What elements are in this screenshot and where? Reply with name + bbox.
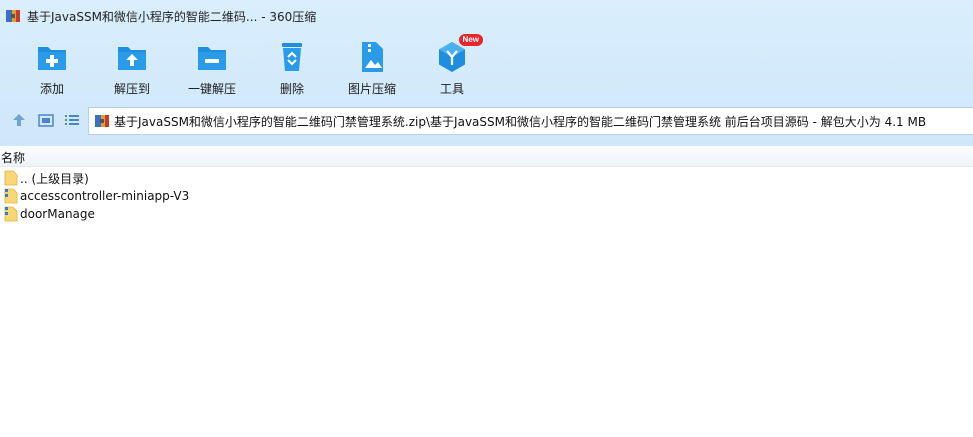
image-compress-button[interactable]: 图片压缩 xyxy=(332,38,412,97)
add-button[interactable]: 添加 xyxy=(12,38,92,97)
one-click-extract-icon xyxy=(198,47,226,70)
list-view-icon[interactable] xyxy=(64,112,80,128)
add-archive-icon xyxy=(38,47,66,70)
one-click-extract-label: 一键解压 xyxy=(187,82,236,96)
extract-to-button[interactable]: 解压到 xyxy=(92,38,172,97)
list-item-name: doorManage xyxy=(20,207,95,221)
up-arrow-icon[interactable] xyxy=(11,112,27,128)
recycle-bin-icon xyxy=(282,43,302,71)
add-label: 添加 xyxy=(39,82,64,96)
file-list: 名称 .. (上级目录) accesscontroller-miniapp-V3… xyxy=(0,146,973,437)
list-item-parent-directory[interactable]: .. (上级目录) xyxy=(0,169,400,187)
title-bar: 基于JavaSSM和微信小程序的智能二维码... - 360压缩 xyxy=(0,0,973,32)
image-compress-label: 图片压缩 xyxy=(347,82,396,96)
zip-file-icon xyxy=(95,115,109,127)
thumbnail-view-icon[interactable] xyxy=(38,112,54,128)
zipped-folder-icon xyxy=(4,188,18,204)
folder-icon xyxy=(4,170,18,186)
extract-to-label: 解压到 xyxy=(113,82,150,96)
tools-label: 工具 xyxy=(439,82,464,96)
extract-to-icon xyxy=(118,47,146,70)
list-item[interactable]: doorManage xyxy=(0,205,400,223)
column-header: 名称 xyxy=(0,146,973,167)
list-item-name: accesscontroller-miniapp-V3 xyxy=(20,189,190,203)
navigation-row: 基于JavaSSM和微信小程序的智能二维码门禁管理系统.zip\基于JavaSS… xyxy=(0,107,973,135)
window-title: 基于JavaSSM和微信小程序的智能二维码... - 360压缩 xyxy=(27,9,317,24)
column-name-header[interactable]: 名称 xyxy=(1,149,25,166)
list-item-name: .. (上级目录) xyxy=(20,171,89,186)
top-panel: 基于JavaSSM和微信小程序的智能二维码... - 360压缩 添加 解压到 xyxy=(0,0,973,146)
delete-button[interactable]: 删除 xyxy=(252,38,332,97)
image-compress-icon xyxy=(362,42,383,72)
address-path: 基于JavaSSM和微信小程序的智能二维码门禁管理系统.zip\基于JavaSS… xyxy=(114,114,927,129)
tools-button[interactable]: New 工具 xyxy=(412,34,492,97)
new-badge: New xyxy=(458,34,483,46)
delete-label: 删除 xyxy=(279,82,304,96)
archive-app-icon xyxy=(6,10,20,22)
tools-icon-wrap: New xyxy=(435,34,483,74)
zipped-folder-icon xyxy=(4,206,18,222)
one-click-extract-button[interactable]: 一键解压 xyxy=(172,38,252,97)
address-bar[interactable]: 基于JavaSSM和微信小程序的智能二维码门禁管理系统.zip\基于JavaSS… xyxy=(88,107,973,135)
list-item[interactable]: accesscontroller-miniapp-V3 xyxy=(0,187,400,205)
